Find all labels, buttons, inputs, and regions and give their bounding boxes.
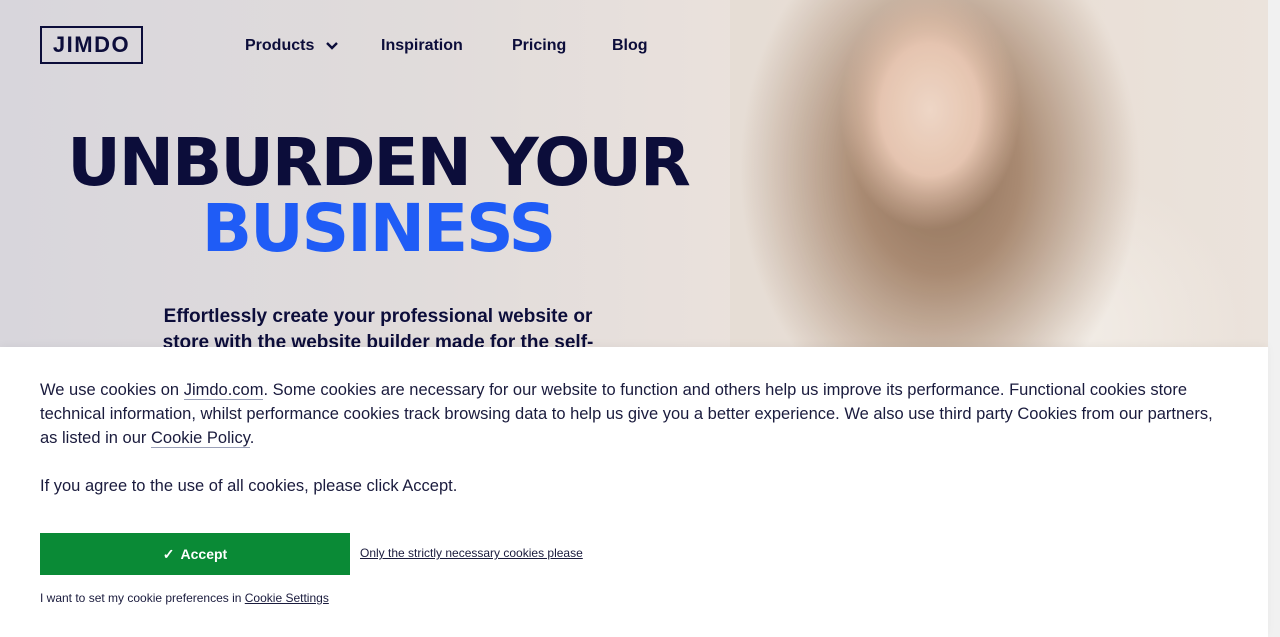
accept-label: Accept — [180, 546, 228, 562]
cookie-policy-link[interactable]: Cookie Policy — [150, 429, 250, 448]
cookie-settings-link[interactable]: Cookie Settings — [245, 591, 329, 605]
cookie-intro-before: We use cookies on — [40, 381, 184, 399]
nav-item-inspiration[interactable]: Inspiration — [381, 35, 463, 57]
check-icon: ✓ — [162, 545, 175, 562]
page: JIMDO Products Inspiration Pricing Blog … — [0, 0, 1280, 637]
page-scrollbar[interactable] — [1268, 0, 1280, 637]
nav-item-label: Pricing — [512, 37, 567, 54]
jimdo-site-link[interactable]: Jimdo.com — [183, 381, 264, 400]
hero-photo — [730, 0, 1268, 360]
nav-item-label: Inspiration — [381, 37, 463, 54]
strict-cookies-link[interactable]: Only the strictly necessary cookies plea… — [360, 546, 583, 560]
logo-text: JIMDO — [52, 32, 131, 57]
jimdo-logo[interactable]: JIMDO — [40, 26, 143, 64]
cookie-intro-end: . — [249, 429, 255, 447]
hero-headline-line2: BUSINESS — [201, 190, 556, 267]
cookie-agree-text: If you agree to the use of all cookies, … — [40, 477, 458, 495]
chevron-down-icon — [325, 41, 338, 50]
cookie-description: We use cookies on Jimdo.com. Some cookie… — [40, 378, 1220, 450]
nav-item-pricing[interactable]: Pricing — [512, 35, 566, 57]
nav-item-blog[interactable]: Blog — [612, 35, 648, 57]
nav-item-label: Blog — [612, 37, 648, 54]
nav-item-label: Products — [245, 37, 315, 54]
cookie-banner: We use cookies on Jimdo.com. Some cookie… — [0, 347, 1268, 637]
nav-item-products[interactable]: Products — [245, 35, 339, 57]
hero-headline-line1: UNBURDEN YOUR — [67, 124, 691, 201]
accept-button[interactable]: ✓ Accept — [40, 533, 350, 575]
prefs-text: I want to set my cookie preferences in — [40, 591, 245, 605]
cookie-preferences-text: I want to set my cookie preferences in C… — [40, 591, 329, 605]
